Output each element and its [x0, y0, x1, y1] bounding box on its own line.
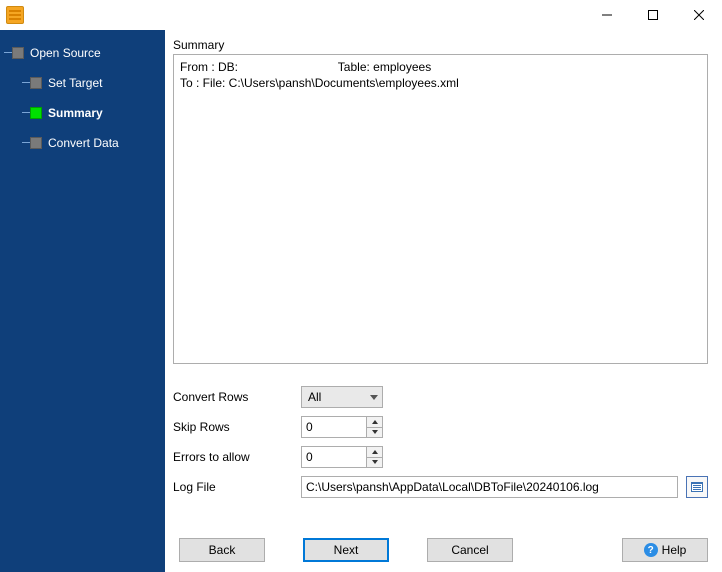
summary-line-to: To : File: C:\Users\pansh\Documents\empl… — [180, 76, 459, 90]
browse-log-button[interactable] — [686, 476, 708, 498]
options-panel: Convert Rows All Skip Rows — [173, 386, 708, 506]
minimize-button[interactable] — [584, 0, 630, 30]
spin-up-button[interactable] — [367, 447, 382, 458]
convert-rows-row: Convert Rows All — [173, 386, 708, 408]
summary-text-area[interactable]: From : DB: Table: employees To : File: C… — [173, 54, 708, 364]
errors-spinner[interactable] — [301, 446, 383, 468]
step-bullet-icon — [12, 47, 24, 59]
spin-down-button[interactable] — [367, 428, 382, 438]
convert-rows-label: Convert Rows — [173, 390, 301, 404]
button-label: Back — [209, 543, 236, 557]
help-icon: ? — [644, 543, 658, 557]
skip-rows-input[interactable] — [302, 417, 366, 437]
cancel-button[interactable]: Cancel — [427, 538, 513, 562]
chevron-down-icon — [370, 395, 378, 400]
back-button[interactable]: Back — [179, 538, 265, 562]
button-label: Cancel — [451, 543, 488, 557]
errors-input[interactable] — [302, 447, 366, 467]
wizard-sidebar: Open Source Set Target Summary Convert D… — [0, 30, 165, 572]
convert-rows-select[interactable]: All — [301, 386, 383, 408]
title-bar — [0, 0, 722, 30]
step-open-source[interactable]: Open Source — [0, 40, 165, 66]
step-bullet-icon — [30, 77, 42, 89]
convert-rows-value: All — [308, 390, 321, 404]
close-button[interactable] — [676, 0, 722, 30]
spin-up-button[interactable] — [367, 417, 382, 428]
step-summary[interactable]: Summary — [0, 100, 165, 126]
step-label: Set Target — [48, 76, 102, 90]
main-panel: Summary From : DB: Table: employees To :… — [165, 30, 722, 572]
arrow-up-icon — [372, 420, 378, 424]
log-file-label: Log File — [173, 480, 301, 494]
log-file-input[interactable] — [301, 476, 678, 498]
button-label: Help — [662, 543, 687, 557]
skip-rows-label: Skip Rows — [173, 420, 301, 434]
step-bullet-icon — [30, 137, 42, 149]
button-label: Next — [334, 543, 359, 557]
step-label: Summary — [48, 106, 103, 120]
document-icon — [691, 482, 703, 492]
summary-line-from: From : DB: Table: employees — [180, 60, 431, 74]
log-file-row: Log File — [173, 476, 708, 498]
step-bullet-icon — [30, 107, 42, 119]
window-controls — [584, 0, 722, 30]
wizard-body: Open Source Set Target Summary Convert D… — [0, 30, 722, 572]
help-button[interactable]: ? Help — [622, 538, 708, 562]
skip-rows-row: Skip Rows — [173, 416, 708, 438]
errors-label: Errors to allow — [173, 450, 301, 464]
step-convert-data[interactable]: Convert Data — [0, 130, 165, 156]
button-bar: Back Next Cancel ? Help — [173, 518, 708, 562]
next-button[interactable]: Next — [303, 538, 389, 562]
summary-title: Summary — [173, 38, 708, 52]
spin-down-button[interactable] — [367, 458, 382, 468]
arrow-down-icon — [372, 460, 378, 464]
maximize-button[interactable] — [630, 0, 676, 30]
arrow-up-icon — [372, 450, 378, 454]
errors-row: Errors to allow — [173, 446, 708, 468]
wizard-window: Open Source Set Target Summary Convert D… — [0, 0, 722, 572]
skip-rows-spinner[interactable] — [301, 416, 383, 438]
step-set-target[interactable]: Set Target — [0, 70, 165, 96]
step-label: Open Source — [30, 46, 101, 60]
arrow-down-icon — [372, 430, 378, 434]
app-icon — [6, 6, 24, 24]
step-label: Convert Data — [48, 136, 119, 150]
